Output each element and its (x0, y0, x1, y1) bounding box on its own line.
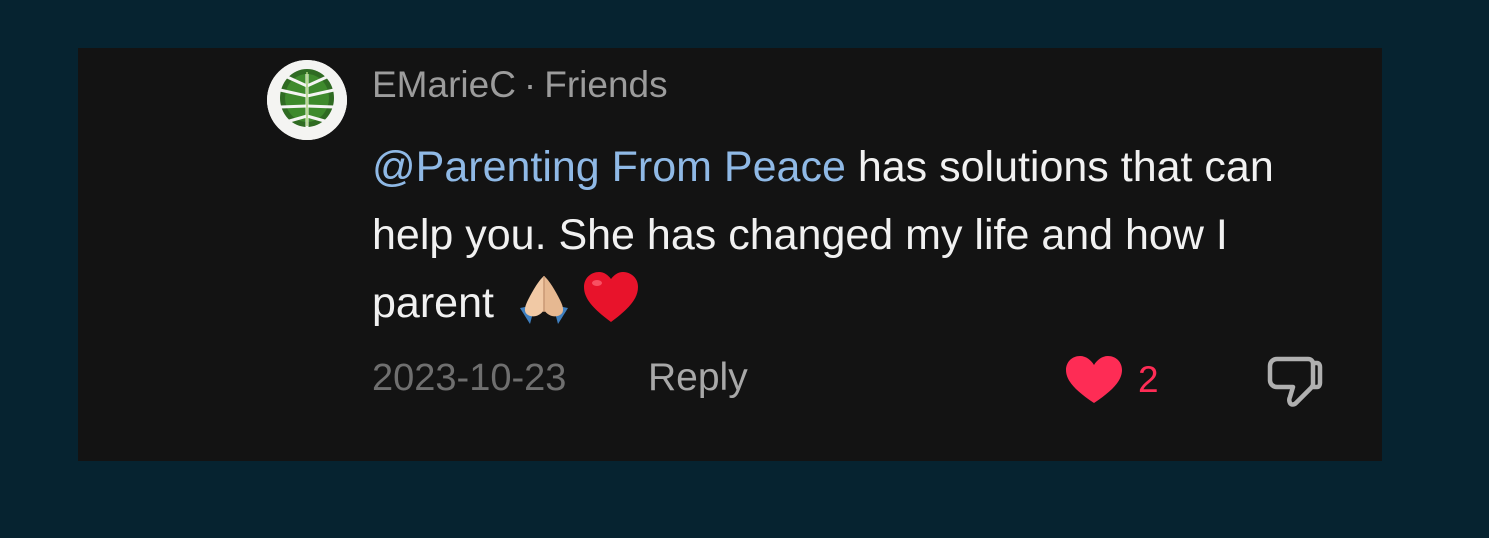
reply-button[interactable]: Reply (648, 354, 748, 402)
comment-card: EMarieC · Friends @Parenting From Peace ha… (78, 48, 1382, 461)
red-heart-icon (582, 270, 640, 324)
comment-header: EMarieC · Friends (372, 62, 668, 108)
praying-hands-icon (514, 272, 574, 324)
mention-link[interactable]: @Parenting From Peace (372, 143, 846, 191)
user-avatar[interactable] (267, 60, 347, 140)
dislike-button[interactable] (1264, 354, 1324, 408)
like-button[interactable]: 2 (1064, 355, 1159, 405)
monstera-leaf-icon (267, 60, 347, 140)
friends-label: Friends (544, 64, 668, 105)
comment-date: 2023-10-23 (372, 357, 567, 399)
separator-dot: · (523, 64, 537, 105)
like-count: 2 (1138, 359, 1159, 400)
thumbs-down-outline-icon (1267, 356, 1323, 407)
comment-text: @Parenting From Peace has solutions that… (372, 133, 1332, 337)
heart-filled-icon (1066, 356, 1122, 403)
username[interactable]: EMarieC (372, 64, 516, 105)
